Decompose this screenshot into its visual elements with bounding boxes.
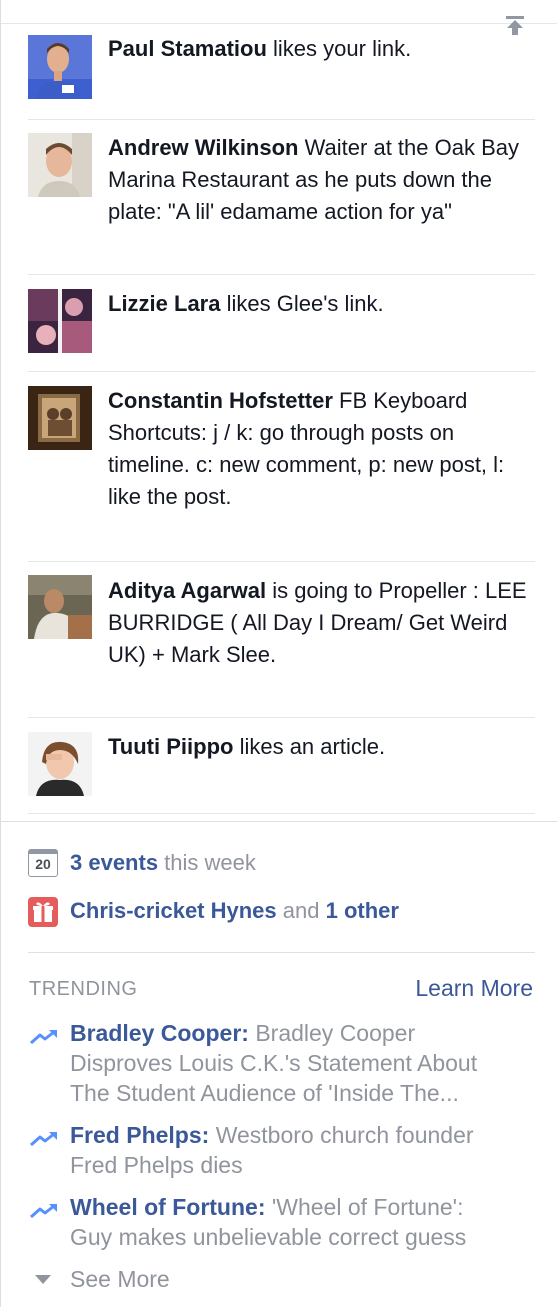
avatar[interactable] [28, 133, 92, 197]
chevron-down-icon [35, 1275, 51, 1284]
trending-arrow-icon [30, 1030, 57, 1045]
story-text: Paul Stamatiou likes your link. [108, 33, 531, 65]
story-actor-name[interactable]: Andrew Wilkinson [108, 135, 298, 160]
story-actor-name[interactable]: Constantin Hofstetter [108, 388, 333, 413]
events-count-link[interactable]: 3 events [70, 850, 158, 875]
trending-title: TRENDING [29, 978, 138, 1000]
events-reminder[interactable]: 20 3 events this week [28, 848, 528, 878]
ticker-story[interactable]: Aditya Agarwal is going to Propeller : L… [28, 562, 535, 718]
avatar[interactable] [28, 386, 92, 450]
ticker-story[interactable]: Lizzie Lara likes Glee's link. [28, 275, 535, 372]
ticker-sidebar: Paul Stamatiou likes your link. Andrew W… [0, 0, 557, 1307]
story-text: Tuuti Piippo likes an article. [108, 731, 531, 763]
avatar[interactable] [28, 289, 92, 353]
trending-arrow-icon [30, 1132, 57, 1147]
story-actor-name[interactable]: Lizzie Lara [108, 291, 220, 316]
trending-divider [28, 952, 535, 953]
avatar[interactable] [28, 35, 92, 99]
ticker-story[interactable]: Paul Stamatiou likes your link. [28, 24, 535, 120]
birthday-reminder[interactable]: Chris-cricket Hynes and 1 other [28, 896, 528, 927]
trending-topic-link[interactable]: Wheel of Fortune: [70, 1194, 265, 1220]
story-text: Aditya Agarwal is going to Propeller : L… [108, 575, 531, 671]
ticker-story[interactable]: Constantin Hofstetter FB Keyboard Shortc… [28, 372, 535, 562]
trending-item[interactable]: Wheel of Fortune: 'Wheel of Fortune': Gu… [28, 1192, 508, 1254]
avatar[interactable] [28, 732, 92, 796]
birthday-other-link[interactable]: 1 other [326, 898, 399, 923]
story-text: Constantin Hofstetter FB Keyboard Shortc… [108, 385, 531, 513]
story-actor-name[interactable]: Aditya Agarwal [108, 578, 266, 603]
story-description: likes an article. [233, 734, 386, 759]
section-divider [1, 821, 557, 822]
story-actor-name[interactable]: Tuuti Piippo [108, 734, 233, 759]
story-actor-name[interactable]: Paul Stamatiou [108, 36, 267, 61]
calendar-icon: 20 [28, 849, 58, 877]
trending-arrow-icon [30, 1204, 57, 1219]
trending-topic-link[interactable]: Fred Phelps: [70, 1122, 209, 1148]
birthday-name-link[interactable]: Chris-cricket Hynes [70, 898, 277, 923]
ticker-story[interactable]: Andrew Wilkinson Waiter at the Oak Bay M… [28, 120, 535, 275]
birthday-and: and [276, 898, 326, 923]
gift-icon [28, 897, 58, 927]
trending-item[interactable]: Fred Phelps: Westboro church founder Fre… [28, 1120, 508, 1182]
trending-topic-link[interactable]: Bradley Cooper: [70, 1020, 249, 1046]
trending-item[interactable]: Bradley Cooper: Bradley Cooper Disproves… [28, 1018, 508, 1110]
story-text: Lizzie Lara likes Glee's link. [108, 288, 531, 320]
story-description: likes your link. [266, 36, 412, 61]
events-suffix: this week [158, 850, 256, 875]
avatar[interactable] [28, 575, 92, 639]
ticker-feed: Paul Stamatiou likes your link. Andrew W… [1, 24, 535, 814]
ticker-story[interactable]: Tuuti Piippo likes an article. [28, 718, 535, 814]
learn-more-link[interactable]: Learn More [415, 974, 533, 1002]
see-more-label: See More [70, 1266, 170, 1292]
story-text: Andrew Wilkinson Waiter at the Oak Bay M… [108, 132, 531, 228]
story-description: likes Glee's link. [220, 291, 384, 316]
